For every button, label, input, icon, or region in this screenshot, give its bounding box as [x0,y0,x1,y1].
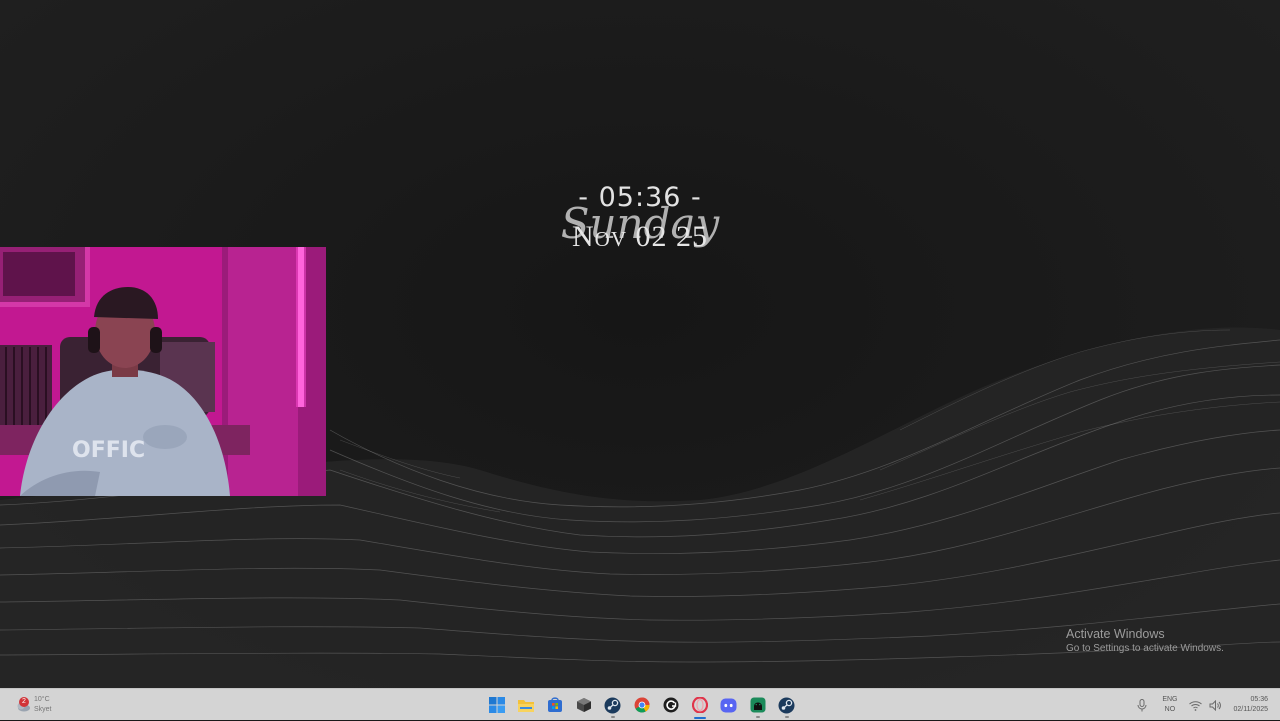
discord-button[interactable] [714,691,743,719]
microphone-icon [1137,698,1147,711]
speaker-icon [1209,699,1221,711]
file-explorer-icon [517,700,534,712]
cube-app-button[interactable] [569,691,598,719]
steam-button-2[interactable] [772,691,801,719]
microsoft-store-icon [547,697,562,712]
taskbar: 2 10°C Skyet ENG NO 05:36 02/11/2025 [0,688,1280,720]
weather-widget[interactable]: 2 10°C Skyet [14,692,52,718]
opera-button[interactable] [685,691,714,719]
weather-condition: Skyet [34,706,52,713]
language-code: ENG [1162,696,1178,703]
start-icon [488,697,505,713]
weather-badge: 2 [19,697,29,707]
activate-subtitle: Go to Settings to activate Windows. [1066,643,1224,654]
activate-windows-watermark: Activate Windows Go to Settings to activ… [1066,626,1224,656]
weather-icon: 2 [14,696,32,714]
svg-text:OFFIC: OFFIC [72,438,145,463]
steam-icon [604,697,621,713]
webcam-overlay: OFFIC [0,247,326,496]
taskbar-date: 02/11/2025 [1233,706,1268,713]
taskbar-time: 05:36 [1250,696,1268,703]
chrome-icon [634,697,649,713]
keyboard-layout: NO [1164,706,1176,713]
start-button[interactable] [482,691,511,719]
microsoft-store-button[interactable] [540,691,569,719]
volume-button[interactable] [1207,697,1223,713]
running-indicator [784,716,789,718]
weather-temperature: 10°C [34,696,50,703]
taskbar-clock[interactable]: 05:36 02/11/2025 [1233,695,1268,715]
circular-arrow-app-button[interactable] [656,691,685,719]
cube-app-icon [576,698,591,712]
wifi-icon [1189,700,1202,711]
discord-icon [720,698,737,712]
microphone-button[interactable] [1134,697,1150,713]
wifi-button[interactable] [1187,697,1203,713]
system-tray: ENG NO 05:36 02/11/2025 [1132,689,1268,721]
taskbar-apps [482,691,801,719]
opera-icon [691,697,708,713]
file-explorer-button[interactable] [511,691,540,719]
circular-arrow-app-icon [663,697,678,713]
running-indicator [755,716,760,718]
steam-icon-2 [778,697,795,713]
android-app-button[interactable] [743,691,772,719]
android-app-icon [750,697,765,713]
desktop: - 05:36 - Sunday Nov 02 25 OFFIC Activat… [0,0,1280,688]
activate-title: Activate Windows [1066,627,1165,641]
chrome-button[interactable] [627,691,656,719]
running-indicator [610,716,615,718]
steam-button[interactable] [598,691,627,719]
clock-widget: - 05:36 - Sunday Nov 02 25 [540,180,740,252]
language-indicator[interactable]: ENG NO [1162,695,1177,715]
active-indicator [693,717,706,719]
webcam-scene: OFFIC [0,247,326,496]
